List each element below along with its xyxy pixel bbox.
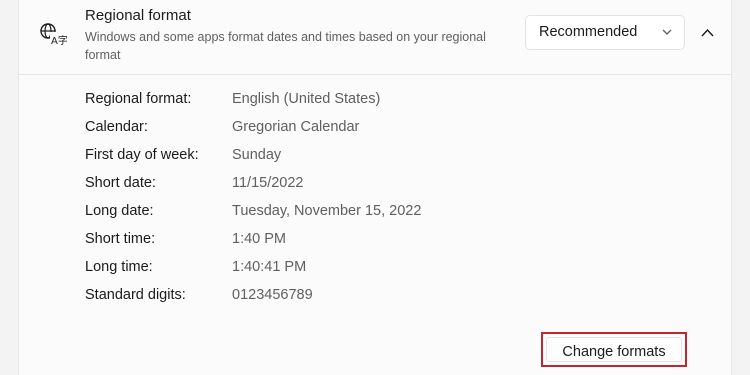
detail-label: Standard digits: bbox=[85, 287, 186, 303]
change-formats-button-surface[interactable]: Change formats bbox=[546, 337, 682, 362]
dropdown-selected-value: Recommended bbox=[539, 24, 638, 40]
detail-row-standard-digits: Standard digits: 0123456789 bbox=[85, 282, 685, 310]
detail-value: 0123456789 bbox=[232, 287, 313, 303]
detail-row-short-date: Short date: 11/15/2022 bbox=[85, 170, 685, 198]
regional-format-header[interactable]: A字 Regional format Windows and some apps… bbox=[19, 0, 731, 75]
detail-row-short-time: Short time: 1:40 PM bbox=[85, 226, 685, 254]
detail-value: Sunday bbox=[232, 147, 282, 163]
regional-format-card: A字 Regional format Windows and some apps… bbox=[18, 0, 732, 375]
detail-row-long-date: Long date: Tuesday, November 15, 2022 bbox=[85, 198, 685, 226]
detail-row-long-time: Long time: 1:40:41 PM bbox=[85, 254, 685, 282]
detail-label: Short time: bbox=[85, 231, 156, 247]
change-formats-label: Change formats bbox=[562, 344, 666, 360]
change-formats-button[interactable]: Change formats bbox=[541, 332, 687, 367]
detail-value: 1:40:41 PM bbox=[232, 259, 307, 275]
detail-label: Long date: bbox=[85, 203, 154, 219]
detail-value: 11/15/2022 bbox=[232, 175, 304, 191]
collapse-button[interactable] bbox=[693, 18, 723, 48]
detail-label: Regional format: bbox=[85, 91, 192, 107]
detail-label: Long time: bbox=[85, 259, 153, 275]
detail-label: Calendar: bbox=[85, 119, 148, 135]
detail-value: Tuesday, November 15, 2022 bbox=[232, 203, 422, 219]
detail-row-first-day-of-week: First day of week: Sunday bbox=[85, 142, 685, 170]
section-title: Regional format bbox=[85, 7, 191, 24]
detail-row-regional-format: Regional format: English (United States) bbox=[85, 86, 685, 114]
detail-value: Gregorian Calendar bbox=[232, 119, 360, 135]
detail-row-calendar: Calendar: Gregorian Calendar bbox=[85, 114, 685, 142]
language-globe-icon: A字 bbox=[39, 22, 68, 47]
detail-label: First day of week: bbox=[85, 147, 199, 163]
detail-value: 1:40 PM bbox=[232, 231, 286, 247]
section-description: Windows and some apps format dates and t… bbox=[85, 30, 486, 62]
chevron-down-icon bbox=[662, 29, 672, 35]
regional-format-dropdown[interactable]: Recommended bbox=[525, 15, 685, 50]
chevron-up-icon bbox=[701, 28, 714, 37]
detail-value: English (United States) bbox=[232, 91, 381, 107]
svg-text:A字: A字 bbox=[51, 34, 67, 46]
detail-label: Short date: bbox=[85, 175, 156, 191]
